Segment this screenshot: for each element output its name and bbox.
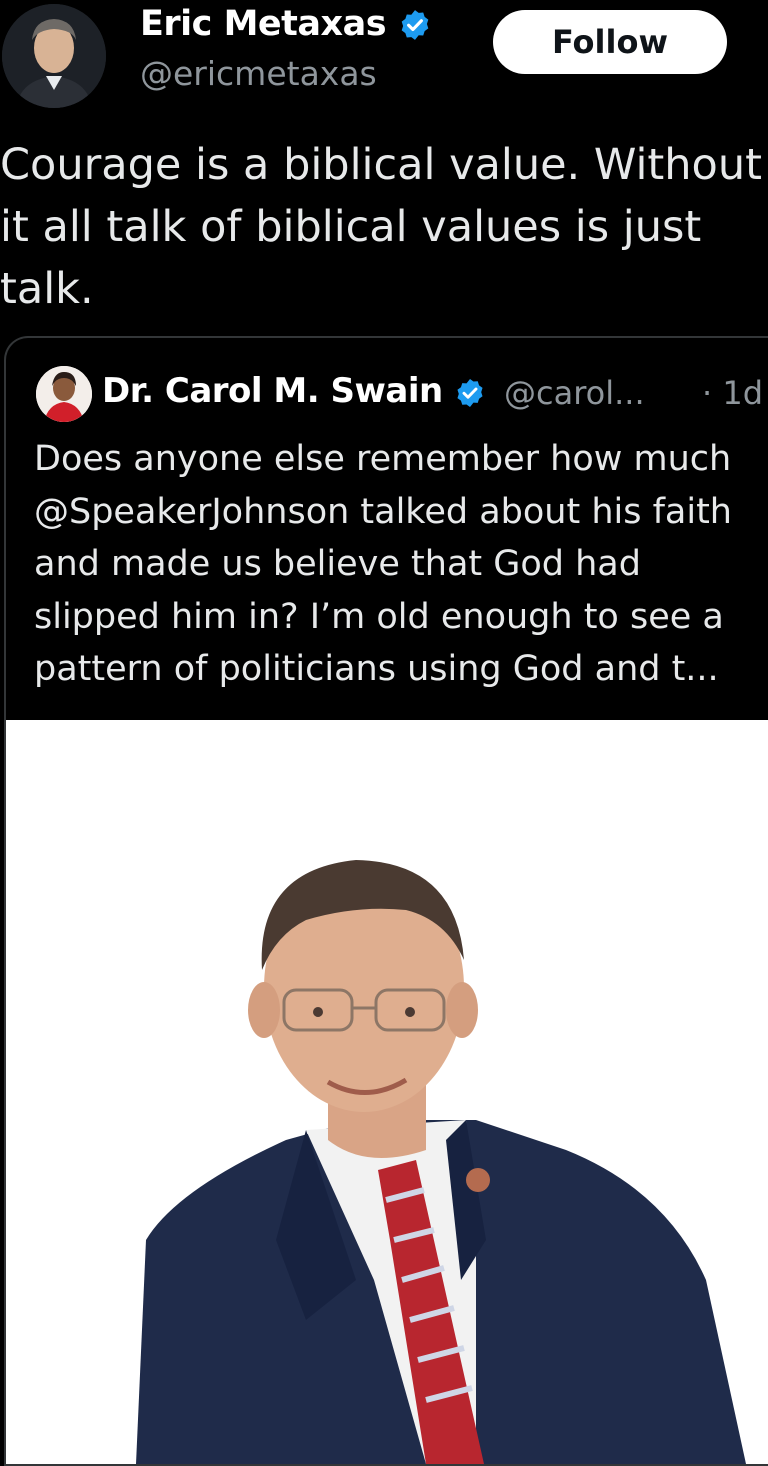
quoted-author-handle[interactable]: @carol... [504, 374, 645, 412]
verified-badge-icon [457, 378, 483, 407]
author-name[interactable]: Eric Metaxas [140, 4, 432, 44]
tweet-text: Courage is a biblical value. Without it … [0, 140, 762, 314]
quoted-timestamp[interactable]: · 1d [702, 374, 763, 412]
follow-button[interactable]: Follow [493, 10, 727, 74]
quoted-tweet[interactable]: Dr. Carol M. Swain @carol... · 1d Does a… [4, 336, 768, 1466]
verified-badge-icon [401, 10, 429, 40]
portrait-photo [6, 720, 768, 1464]
quoted-author-name[interactable]: Dr. Carol M. Swain [102, 371, 486, 411]
more-options-icon[interactable]: ⋮ [760, 30, 768, 58]
quoted-tweet-text: Does anyone else remember how much @Spea… [34, 439, 732, 689]
quoted-tweet-image[interactable] [6, 720, 768, 1464]
quoted-author-avatar[interactable] [36, 366, 92, 422]
author-avatar[interactable] [2, 4, 106, 108]
author-handle[interactable]: @ericmetaxas [140, 54, 377, 93]
